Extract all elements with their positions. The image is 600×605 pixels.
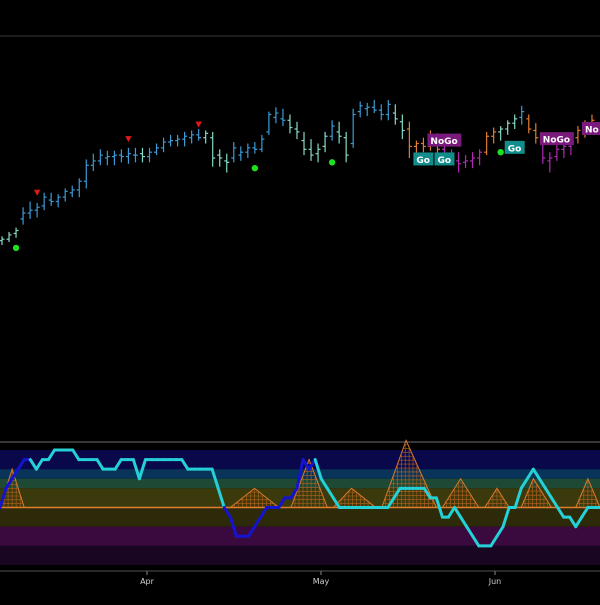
x-tick-label: Jun [488,577,502,586]
go-dot-marker [12,244,20,252]
x-tick-label: Apr [140,577,155,586]
go-label: Go [434,152,455,166]
marker-label-text: NoGo [430,137,457,147]
go-label: Go [413,152,434,166]
marker-label-text: NoGo [543,136,570,146]
marker-label-text: Go [508,144,522,154]
nogo-label: NoGo [539,132,574,146]
nogo-label: NoGo [427,133,462,147]
oscillator-zone [0,526,600,546]
oscillator-zone [0,488,600,508]
oscillator-zone [0,545,600,565]
go-dot-marker [251,164,259,172]
marker-label-text: No [585,126,599,136]
go-dot-marker [328,159,336,166]
marker-label-text: Go [437,156,451,166]
oscillator-panel [0,439,600,565]
marker-label-text: Go [416,156,430,166]
chart-canvas: NoGo Go Go Go NoGo No Apr May Jun [0,0,600,600]
nogo-label: No [581,122,600,136]
x-tick-label: May [313,577,330,586]
chart-svg: NoGoGo GoGoNoGoNo Apr May Jun [0,0,600,600]
go-label: Go [504,140,525,154]
go-dot-marker [497,149,504,156]
oscillator-zone [0,507,600,527]
